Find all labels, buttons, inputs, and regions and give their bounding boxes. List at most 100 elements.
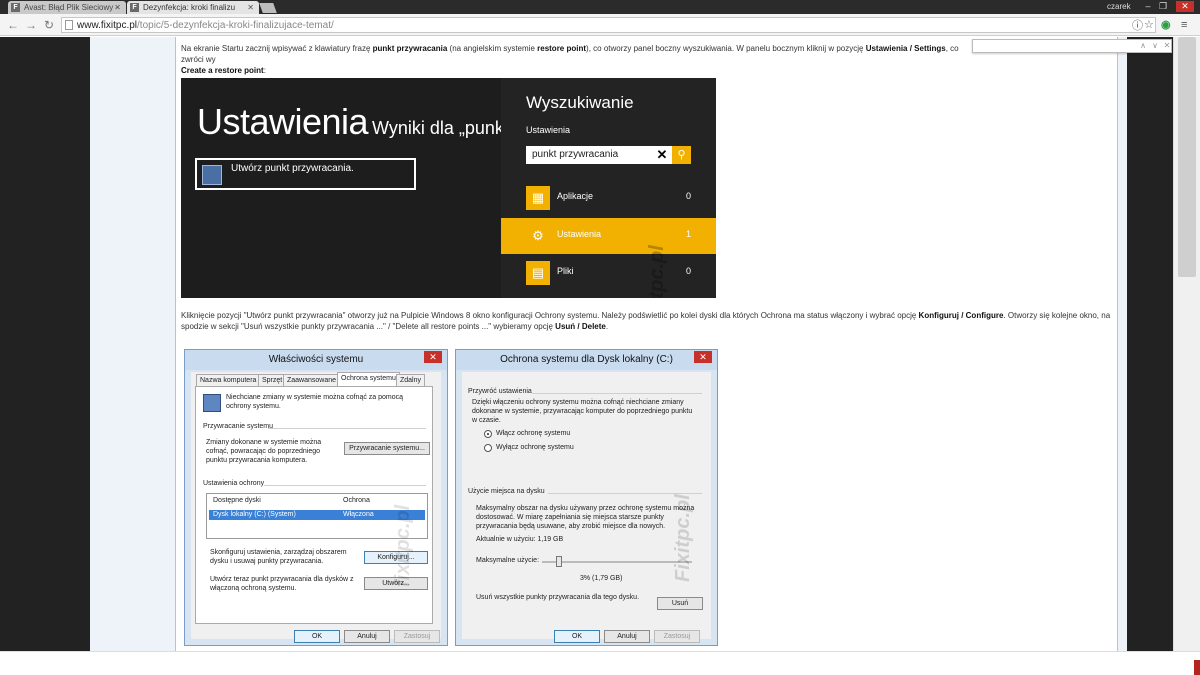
tab-advanced[interactable]: Zaawansowane (283, 374, 341, 386)
charm-category-pliki[interactable]: ▤ Pliki 0 (501, 255, 716, 291)
tab-system-protection[interactable]: Ochrona systemu (337, 372, 400, 386)
extension-icon[interactable]: ◉ (1161, 19, 1171, 31)
col-protection: Ochrona (343, 497, 370, 504)
window-close-icon[interactable]: ✕ (1176, 1, 1194, 12)
drive-name: Dysk lokalny (C:) (System) (213, 511, 296, 518)
max-usage-label: Maksymalne użycie: (476, 557, 540, 564)
tab-remote[interactable]: Zdalny (396, 374, 426, 386)
divider (264, 485, 426, 486)
find-input[interactable] (973, 40, 1138, 52)
charm-category-aplikacje[interactable]: ▦ Aplikacje 0 (501, 180, 716, 216)
usage-text: Maksymalny obszar na dysku używany przez… (476, 505, 695, 530)
page-sidebar-left (90, 37, 176, 651)
ok-button[interactable]: OK (294, 630, 340, 643)
dialog-title: Właściwości systemu (268, 354, 364, 365)
tab-close-icon[interactable]: ✕ (247, 1, 254, 14)
favicon-icon: F (130, 3, 139, 12)
system-restore-button[interactable]: Przywracanie systemu... (344, 442, 430, 455)
info-icon[interactable]: ⓘ (1132, 20, 1143, 32)
category-count: 1 (686, 229, 692, 239)
address-bar[interactable]: www.fixitpc.pl/topic/5-dezynfekcja-kroki… (61, 17, 1156, 33)
apply-button[interactable]: Zastosuj (394, 630, 440, 643)
new-tab-button[interactable] (259, 3, 277, 13)
dialog-titlebar: Właściwości systemu ✕ (185, 350, 447, 370)
clear-icon[interactable]: ✕ (654, 146, 670, 164)
find-next-icon[interactable]: ∨ (1149, 40, 1161, 52)
radio-disable-protection[interactable] (484, 444, 492, 452)
cancel-button[interactable]: Anuluj (344, 630, 390, 643)
restore-point-icon (202, 165, 222, 185)
menu-icon[interactable]: ≡ (1181, 19, 1187, 31)
close-icon[interactable]: ✕ (694, 351, 712, 363)
slider-thumb[interactable] (556, 556, 562, 567)
forward-icon[interactable]: → (24, 18, 38, 32)
browser-tabstrip: F Avast: Błąd Plik Sieciowy - ✕ F Dezynf… (0, 0, 1200, 14)
radio-enable-protection[interactable] (484, 430, 492, 438)
minimize-icon[interactable]: – (1141, 1, 1155, 12)
delete-button[interactable]: Usuń (657, 597, 703, 610)
category-count: 0 (686, 266, 692, 276)
page-sidebar-right (1117, 37, 1127, 651)
close-icon[interactable]: ✕ (424, 351, 442, 363)
charm-title: Wyszukiwanie (526, 93, 634, 112)
win8-results-for: Wyniki dla „punkt (372, 118, 509, 138)
find-prev-icon[interactable]: ∧ (1137, 40, 1149, 52)
charm-scope: Ustawienia (526, 125, 571, 135)
category-count: 0 (686, 191, 692, 201)
tab-close-icon[interactable]: ✕ (114, 1, 121, 14)
bookmark-star-icon[interactable]: ☆ (1144, 19, 1154, 31)
ok-button[interactable]: OK (554, 630, 600, 643)
intro-text: Niechciane zmiany w systemie można cofną… (226, 394, 404, 410)
tab-hardware[interactable]: Sprzęt (258, 374, 287, 386)
find-bar[interactable]: ∧ ∨ ✕ (972, 39, 1172, 53)
win8-result-label: Utwórz punkt przywracania. (231, 163, 354, 174)
reload-icon[interactable]: ↻ (42, 18, 56, 32)
win8-title: Ustawienia (197, 101, 369, 142)
dialog-body: Przywróć ustawienia Dzięki włączeniu och… (462, 372, 711, 643)
max-usage-slider[interactable] (542, 556, 692, 567)
find-close-icon[interactable]: ✕ (1161, 40, 1173, 52)
settings-gear-icon: ⚙ (532, 228, 544, 243)
tab-dezynfekcja[interactable]: F Dezynfekcja: kroki finalizu ✕ (127, 1, 259, 14)
restore-icon[interactable]: ❐ (1156, 1, 1170, 12)
win8-result-item[interactable]: Utwórz punkt przywracania. (195, 158, 416, 190)
category-label: Aplikacje (557, 191, 594, 201)
scrollbar[interactable] (1173, 37, 1200, 651)
files-icon: ▤ (526, 261, 550, 285)
page-margin-right (1127, 37, 1173, 651)
charm-search-box[interactable]: punkt przywracania ✕ ⚲ (526, 146, 691, 164)
configure-text: Skonfiguruj ustawienia, zarządzaj obszar… (210, 549, 347, 565)
url-text: www.fixitpc.pl/topic/5-dezynfekcja-kroki… (77, 20, 334, 31)
tab-label: Dezynfekcja: kroki finalizu (143, 3, 236, 12)
charm-search-query[interactable]: punkt przywracania (532, 149, 618, 160)
tab-label: Avast: Błąd Plik Sieciowy - (24, 3, 119, 12)
back-icon[interactable]: ← (6, 18, 20, 32)
watermark: fixitpc.pl (392, 504, 414, 587)
status-area (0, 651, 1200, 675)
apply-button[interactable]: Zastosuj (654, 630, 700, 643)
apps-icon: ▦ (526, 186, 550, 210)
browser-toolbar: ← → ↻ www.fixitpc.pl/topic/5-dezynfekcja… (0, 14, 1200, 36)
article-paragraph-1: Na ekranie Startu zacznij wpisywać z kla… (181, 44, 959, 75)
radio-disable-label: Wyłącz ochronę systemu (496, 444, 574, 451)
dialog-title: Ochrona systemu dla Dysk lokalny (C:) (500, 354, 673, 365)
tab-computer-name[interactable]: Nazwa komputera (196, 374, 261, 386)
cancel-button[interactable]: Anuluj (604, 630, 650, 643)
watermark: Fixitpc.pl (672, 494, 694, 582)
tab-panel: Niechciane zmiany w systemie można cofną… (195, 386, 433, 624)
article-paragraph-2: Kliknięcie pozycji "Utwórz punkt przywra… (181, 311, 1111, 331)
profile-name[interactable]: czarek (1101, 1, 1137, 12)
drive-status: Włączona (343, 511, 374, 518)
tab-avast[interactable]: F Avast: Błąd Plik Sieciowy - ✕ (8, 1, 126, 14)
scrollbar-thumb[interactable] (1178, 37, 1196, 277)
page-viewport: Na ekranie Startu zacznij wpisywać z kla… (0, 37, 1200, 651)
search-icon[interactable]: ⚲ (672, 146, 691, 164)
system-protection-drive-dialog: Ochrona systemu dla Dysk lokalny (C:) ✕ … (455, 349, 718, 646)
radio-enable-label: Włącz ochronę systemu (496, 430, 571, 437)
dialog-titlebar: Ochrona systemu dla Dysk lokalny (C:) ✕ (456, 350, 717, 370)
charm-category-ustawienia[interactable]: ⚙ Ustawienia 1 (501, 218, 716, 254)
restore-header: Przywracanie systemu (203, 423, 274, 430)
dialog-body: Nazwa komputera Sprzęt Zaawansowane Ochr… (191, 372, 441, 643)
search-charm: Wyszukiwanie Ustawienia punkt przywracan… (501, 78, 716, 298)
page-icon (65, 20, 73, 30)
